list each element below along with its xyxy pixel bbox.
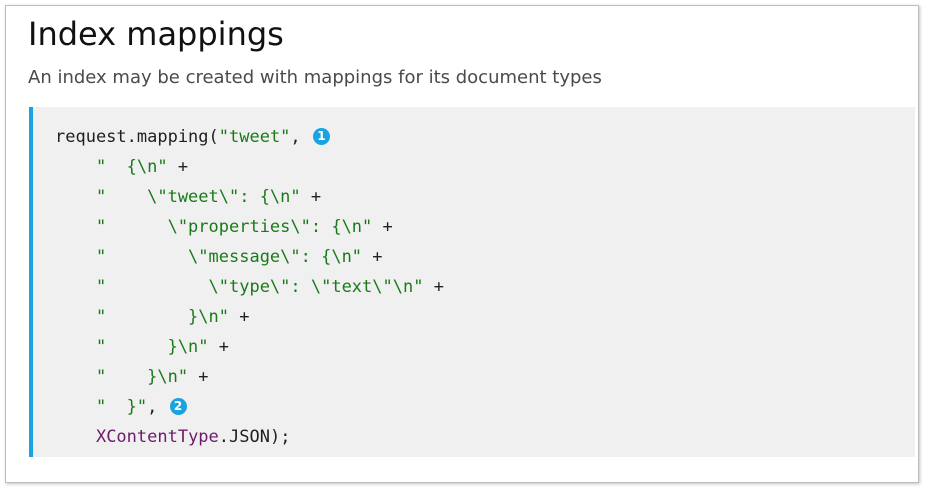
- code-line: " {\n" +: [55, 152, 188, 182]
- code-line: " }\n" +: [55, 362, 209, 392]
- code-line: " }", 2: [55, 392, 187, 422]
- callout-badge-icon: 2: [169, 398, 187, 415]
- code-token: "tweet": [218, 127, 291, 147]
- code-line: " \"type\": \"text\"\n" +: [55, 272, 444, 302]
- code-token: +: [362, 247, 383, 267]
- code-block: request.mapping("tweet", 1 " {\n" + " \"…: [29, 107, 915, 457]
- code-token: +: [372, 217, 393, 237]
- code-line: " }\n" +: [55, 302, 250, 332]
- page-title: Index mappings: [28, 15, 284, 53]
- code-token: .JSON);: [218, 427, 291, 447]
- code-token: +: [208, 337, 230, 357]
- code-token: " }": [55, 397, 148, 417]
- code-token: " }\n": [55, 367, 189, 387]
- code-token: +: [167, 157, 189, 177]
- code-token: +: [188, 367, 209, 387]
- code-token: request.mapping(: [55, 127, 219, 147]
- code-token: " }\n": [55, 307, 229, 327]
- code-line: " \"properties\": {\n" +: [55, 212, 393, 242]
- code-token: ,: [147, 397, 168, 417]
- code-line: request.mapping("tweet", 1: [55, 122, 330, 152]
- code-line: " \"message\": {\n" +: [55, 242, 383, 272]
- code-line: XContentType.JSON);: [55, 422, 290, 452]
- code-token: " }\n": [55, 337, 209, 357]
- content-panel: Index mappings An index may be created w…: [5, 5, 919, 483]
- code-token: +: [423, 277, 444, 297]
- code-token: " \"message\": {\n": [55, 247, 363, 267]
- code-token: XContentType: [95, 427, 219, 447]
- code-line: " \"tweet\": {\n" +: [55, 182, 321, 212]
- code-token: " \"type\": \"text\"\n": [55, 277, 424, 297]
- code-token: ,: [290, 127, 311, 147]
- page-subtitle: An index may be created with mappings fo…: [28, 67, 602, 88]
- code-token: " \"properties\": {\n": [55, 217, 373, 237]
- code-line: " }\n" +: [55, 332, 229, 362]
- callout-badge-icon: 1: [312, 128, 330, 145]
- code-token: +: [229, 307, 250, 327]
- code-token: " {\n": [55, 157, 168, 177]
- code-token: +: [300, 187, 322, 207]
- code-token: " \"tweet\": {\n": [55, 187, 301, 207]
